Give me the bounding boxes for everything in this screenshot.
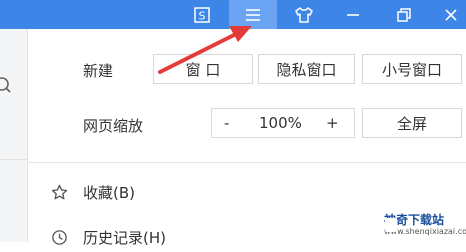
close-button[interactable] xyxy=(436,0,466,29)
new-small-window-button[interactable]: 小号窗口 xyxy=(362,54,462,84)
menu-icon xyxy=(246,8,260,21)
skin-button[interactable] xyxy=(287,0,321,29)
fullscreen-button[interactable]: 全屏 xyxy=(362,108,462,138)
zoom-label: 网页缩放 xyxy=(83,117,144,135)
history-icon xyxy=(52,230,67,245)
page-background-strip xyxy=(0,29,27,242)
menu-item-label: 收藏(B) xyxy=(83,183,135,202)
close-icon xyxy=(445,8,457,21)
skin-icon xyxy=(295,6,313,23)
zoom-in-button[interactable]: + xyxy=(326,114,339,132)
restore-button[interactable] xyxy=(388,0,420,29)
menu-button[interactable] xyxy=(229,0,277,29)
menu-item-favorites[interactable]: 收藏(B) xyxy=(28,177,466,207)
minimize-button[interactable] xyxy=(338,0,368,29)
svg-text:S: S xyxy=(199,9,206,22)
menu-item-label: 历史记录(H) xyxy=(83,228,166,247)
minimize-icon xyxy=(347,13,359,16)
search-icon[interactable] xyxy=(0,76,14,96)
divider xyxy=(0,159,27,160)
new-label: 新建 xyxy=(83,62,114,80)
restore-icon xyxy=(397,7,411,22)
menu-divider xyxy=(28,162,466,163)
zoom-control: - 100% + xyxy=(211,108,355,138)
zoom-out-button[interactable]: - xyxy=(224,114,229,132)
star-icon xyxy=(51,184,68,200)
new-window-button[interactable]: 窗 口 xyxy=(153,54,253,84)
sync-icon: S xyxy=(194,6,210,23)
sync-button[interactable]: S xyxy=(186,0,218,29)
new-private-window-button[interactable]: 隐私窗口 xyxy=(258,54,355,84)
watermark: 神奇下载站 www.shenqixiazai.com xyxy=(370,208,466,242)
title-bar: S xyxy=(0,0,466,29)
zoom-value: 100% xyxy=(259,114,302,132)
